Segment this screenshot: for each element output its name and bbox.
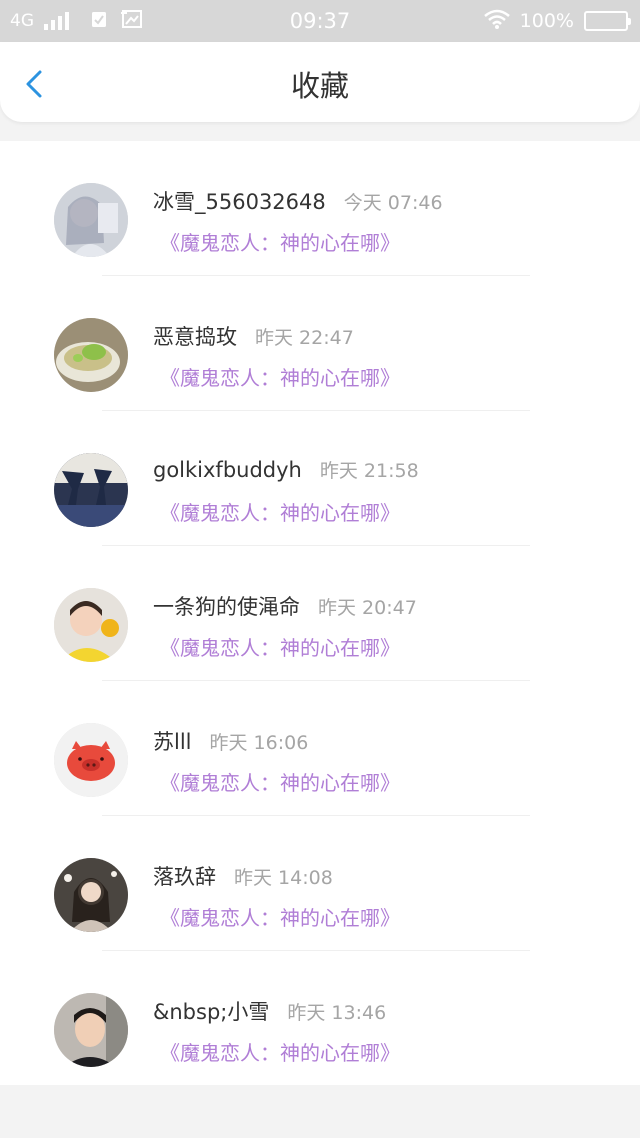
item-header: 一条狗的使渑命 昨天 20:47 [153, 591, 417, 621]
username[interactable]: 一条狗的使渑命 [153, 591, 300, 621]
username[interactable]: 冰雪_556032648 [153, 186, 326, 216]
wifi-icon [483, 9, 510, 34]
book-title-link[interactable]: 《魔鬼恋人：神的心在哪》 [160, 497, 400, 526]
username[interactable]: 恶意捣玫 [153, 321, 237, 351]
list-item[interactable]: &nbsp;小雪 昨天 13:46 《魔鬼恋人：神的心在哪》 [0, 951, 640, 1086]
list-item[interactable]: 苏lll 昨天 16:06 《魔鬼恋人：神的心在哪》 [0, 681, 640, 816]
item-header: golkixfbuddyh 昨天 21:58 [153, 456, 419, 483]
book-title-link[interactable]: 《魔鬼恋人：神的心在哪》 [160, 632, 400, 661]
book-title-link[interactable]: 《魔鬼恋人：神的心在哪》 [160, 362, 400, 391]
timestamp: 昨天 16:06 [209, 732, 309, 754]
list-item[interactable]: 一条狗的使渑命 昨天 20:47 《魔鬼恋人：神的心在哪》 [0, 546, 640, 681]
list-item[interactable]: 落玖辞 昨天 14:08 《魔鬼恋人：神的心在哪》 [0, 816, 640, 951]
child-with-flower-avatar[interactable] [54, 588, 128, 662]
username[interactable]: &nbsp;小雪 [153, 996, 269, 1026]
page-title: 收藏 [290, 69, 349, 103]
book-title-link[interactable]: 《魔鬼恋人：神的心在哪》 [160, 227, 400, 256]
timestamp: 昨天 21:58 [319, 460, 419, 482]
username[interactable]: 落玖辞 [153, 861, 216, 891]
battery-icon [584, 11, 631, 31]
status-right: 100% [483, 0, 631, 42]
anime-girl-avatar[interactable] [54, 183, 128, 257]
list-item[interactable]: 恶意捣玫 昨天 22:47 《魔鬼恋人：神的心在哪》 [0, 276, 640, 411]
list-item[interactable]: 冰雪_556032648 今天 07:46 《魔鬼恋人：神的心在哪》 [0, 141, 640, 276]
ancient-style-girl-avatar[interactable] [54, 858, 128, 932]
timestamp: 昨天 22:47 [255, 327, 354, 349]
status-bar: 4G 09:37 100% [0, 0, 640, 42]
item-header: 恶意捣玫 昨天 22:47 [153, 321, 354, 351]
favorites-list: 冰雪_556032648 今天 07:46 《魔鬼恋人：神的心在哪》 恶意捣玫 … [0, 141, 640, 1085]
nav-header: 收藏 [0, 42, 640, 122]
timestamp: 今天 07:46 [343, 192, 443, 214]
pig-face-avatar[interactable] [54, 723, 128, 797]
boy-portrait-avatar[interactable] [54, 993, 128, 1067]
list-item[interactable]: golkixfbuddyh 昨天 21:58 《魔鬼恋人：神的心在哪》 [0, 411, 640, 546]
timestamp: 昨天 14:08 [234, 867, 333, 889]
book-title-link[interactable]: 《魔鬼恋人：神的心在哪》 [160, 902, 400, 931]
soup-bowl-avatar[interactable] [54, 318, 128, 392]
timestamp: 昨天 13:46 [287, 1002, 387, 1024]
timestamp: 昨天 20:47 [318, 597, 417, 619]
book-title-link[interactable]: 《魔鬼恋人：神的心在哪》 [160, 1037, 400, 1066]
item-header: &nbsp;小雪 昨天 13:46 [153, 996, 386, 1026]
item-header: 冰雪_556032648 今天 07:46 [153, 186, 443, 216]
username[interactable]: golkixfbuddyh [153, 458, 302, 482]
item-header: 落玖辞 昨天 14:08 [153, 861, 333, 891]
dancers-avatar[interactable] [54, 453, 128, 527]
battery-percent: 100% [519, 10, 574, 32]
book-title-link[interactable]: 《魔鬼恋人：神的心在哪》 [160, 767, 400, 796]
item-header: 苏lll 昨天 16:06 [153, 726, 308, 756]
username[interactable]: 苏lll [153, 726, 192, 756]
